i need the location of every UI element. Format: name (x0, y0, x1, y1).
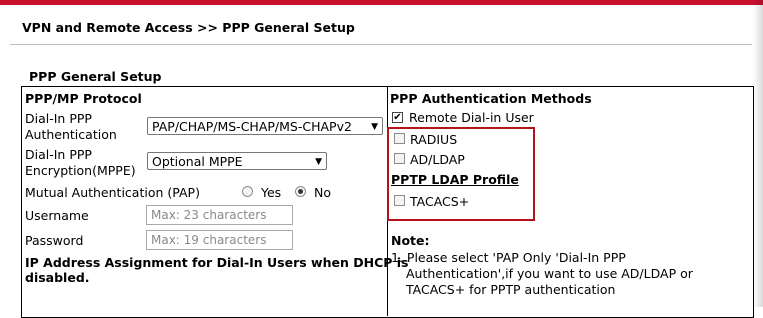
note-line-1: 1. Please select 'PAP Only 'Dial-In PPP (391, 250, 626, 265)
note-line-2: Authentication',if you want to use AD/LD… (406, 266, 693, 281)
username-label: Username (25, 208, 89, 223)
ppp-auth-methods-heading: PPP Authentication Methods (390, 91, 592, 106)
title-divider (10, 44, 752, 45)
dialin-auth-label-line1: Dial-In PPP (25, 111, 92, 126)
radius-label: RADIUS (410, 132, 458, 147)
tacacs-label: TACACS+ (410, 194, 470, 209)
pptp-ldap-profile-link[interactable]: PPTP LDAP Profile (391, 171, 519, 188)
dialin-auth-select[interactable]: PAP/CHAP/MS-CHAP/MS-CHAPv2 ▼ (147, 117, 383, 135)
dialin-enc-select[interactable]: Optional MPPE ▼ (147, 152, 327, 170)
dialin-auth-label-line2: Authentication (25, 127, 117, 142)
ppp-mp-protocol-heading: PPP/MP Protocol (25, 91, 142, 106)
note-heading: Note: (391, 233, 430, 248)
adldap-label: AD/LDAP (410, 152, 465, 167)
dialin-enc-value: Optional MPPE (152, 154, 243, 169)
top-accent-bar (0, 0, 763, 5)
username-input[interactable]: Max: 23 characters (146, 205, 293, 225)
page-title: VPN and Remote Access >> PPP General Set… (22, 20, 355, 35)
radius-checkbox[interactable] (394, 133, 405, 144)
dialin-auth-value: PAP/CHAP/MS-CHAP/MS-CHAPv2 (152, 119, 352, 134)
tacacs-checkbox[interactable] (394, 195, 405, 206)
mutual-auth-yes-label: Yes (261, 185, 282, 200)
mutual-auth-no-radio[interactable] (295, 186, 306, 197)
section-title: PPP General Setup (29, 69, 162, 84)
page-edge-shadow (753, 0, 763, 307)
note-line-3: TACACS+ for PPTP authentication (406, 282, 616, 297)
chevron-down-icon: ▼ (315, 157, 322, 167)
password-input[interactable]: Max: 19 characters (146, 230, 293, 250)
password-label: Password (25, 233, 84, 248)
remote-dialin-label: Remote Dial-in User (409, 110, 534, 125)
mutual-auth-yes-radio[interactable] (242, 186, 253, 197)
chevron-down-icon: ▼ (371, 122, 378, 132)
checkmark-icon: ✔ (393, 112, 402, 123)
mutual-auth-no-label: No (314, 185, 331, 200)
mutual-auth-label: Mutual Authentication (PAP) (25, 185, 200, 200)
remote-dialin-checkbox[interactable]: ✔ (392, 112, 403, 123)
ip-assign-heading-line2: disabled. (25, 270, 90, 285)
dialin-enc-label-line2: Encryption(MPPE) (25, 163, 136, 178)
adldap-checkbox[interactable] (394, 153, 405, 164)
dialin-enc-label-line1: Dial-In PPP (25, 147, 92, 162)
